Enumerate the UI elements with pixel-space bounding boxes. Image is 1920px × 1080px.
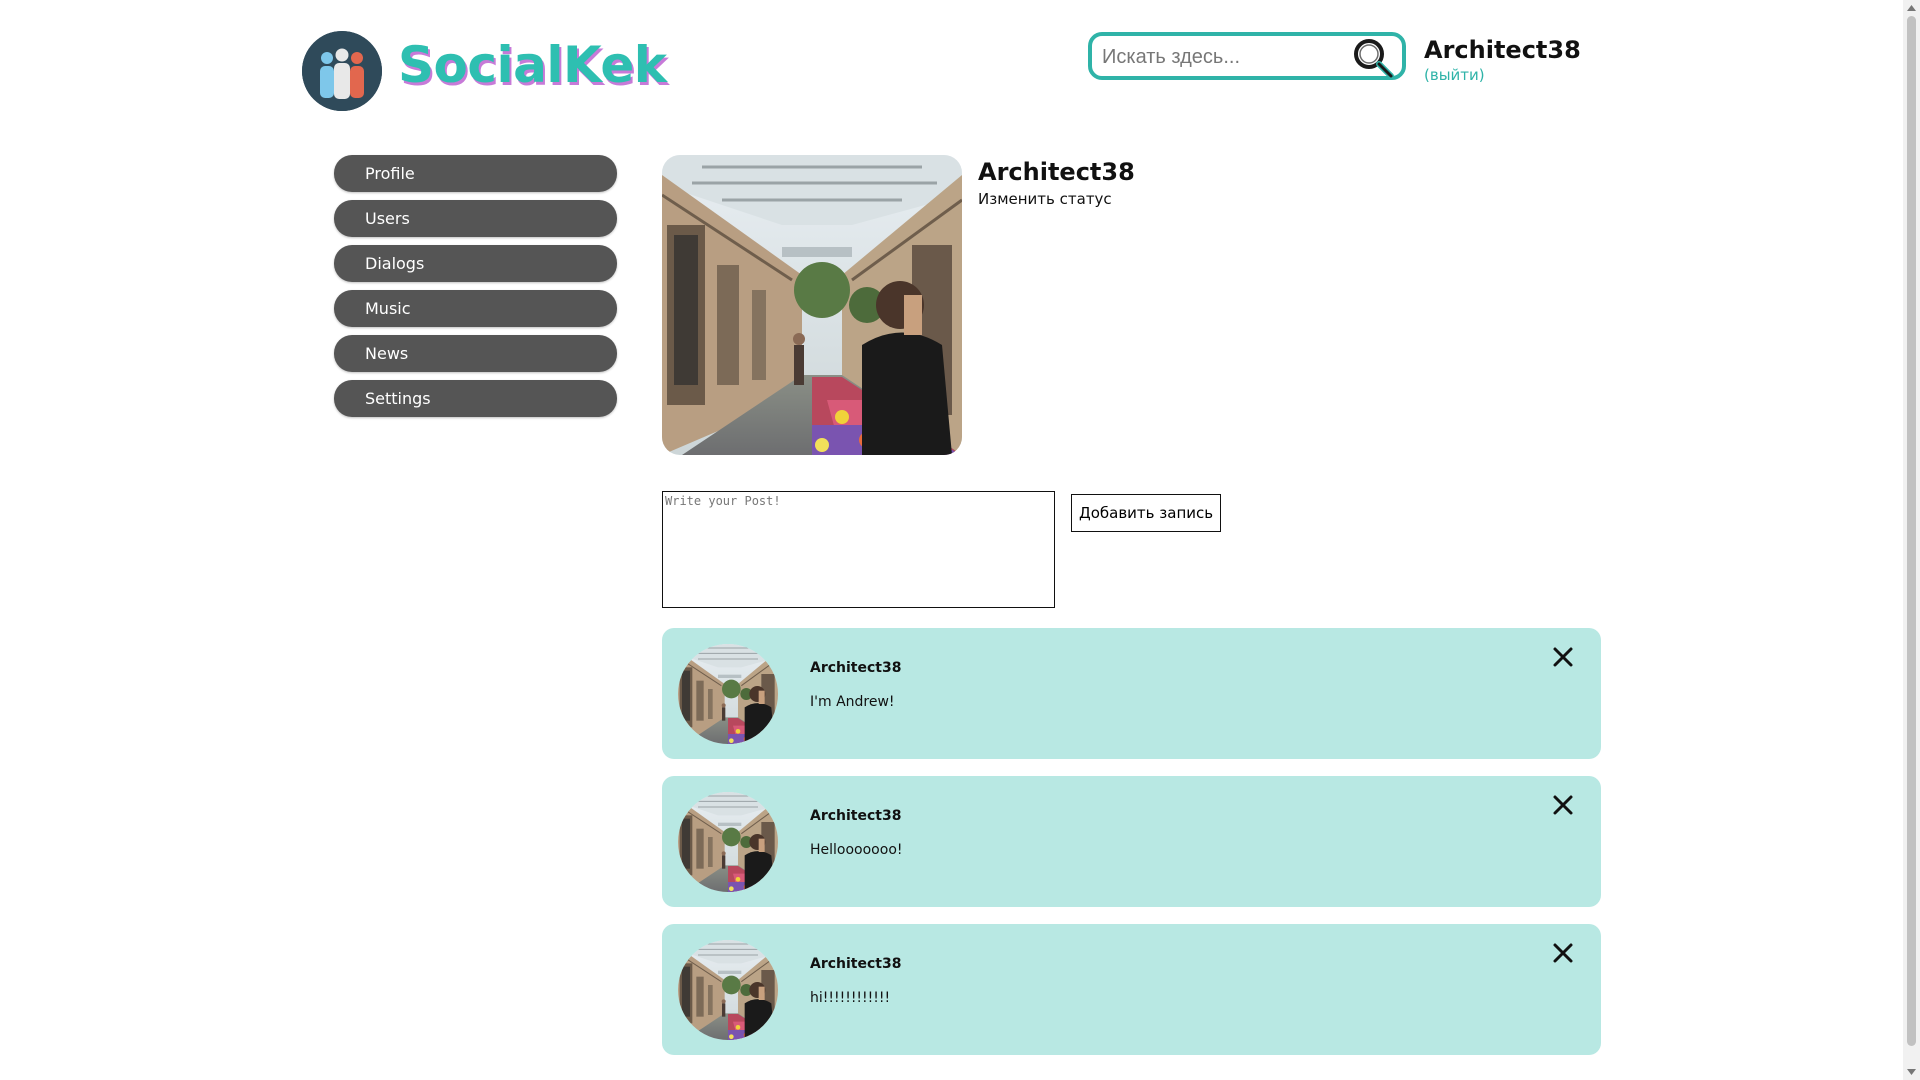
post-avatar xyxy=(678,940,778,1040)
sidebar-item-profile[interactable]: Profile xyxy=(334,155,617,192)
profile-photo xyxy=(662,155,962,455)
current-user-name[interactable]: Architect38 xyxy=(1424,36,1581,64)
sidebar-item-music[interactable]: Music xyxy=(334,290,617,327)
post-author: Architect38 xyxy=(810,956,902,972)
scrollbar-thumb[interactable] xyxy=(1907,16,1916,1046)
logo-icon[interactable] xyxy=(302,31,382,111)
sidebar-item-dialogs[interactable]: Dialogs xyxy=(334,245,617,282)
post-avatar xyxy=(678,644,778,744)
search-box xyxy=(1088,32,1406,80)
add-post-button[interactable]: Добавить запись xyxy=(1071,494,1222,532)
profile-name: Architect38 xyxy=(978,158,1135,186)
sidebar-item-news[interactable]: News xyxy=(334,335,617,372)
change-status-link[interactable]: Изменить статус xyxy=(978,190,1112,208)
post-card: Architect38 I'm Andrew! xyxy=(662,628,1601,759)
post-author: Architect38 xyxy=(810,660,902,676)
search-icon[interactable] xyxy=(1352,37,1394,79)
close-icon[interactable] xyxy=(1552,942,1574,964)
post-card: Architect38 hi!!!!!!!!!!!! xyxy=(662,924,1601,1055)
post-card: Architect38 Hellooooooo! xyxy=(662,776,1601,907)
post-text: I'm Andrew! xyxy=(810,694,895,710)
scroll-down-arrow-icon[interactable] xyxy=(1907,1067,1916,1077)
post-text: hi!!!!!!!!!!!! xyxy=(810,990,891,1006)
post-author: Architect38 xyxy=(810,808,902,824)
post-textarea[interactable] xyxy=(662,491,1055,608)
brand-name[interactable]: SocialKek xyxy=(398,36,667,94)
page-scrollbar[interactable] xyxy=(1903,0,1920,1080)
search-input[interactable] xyxy=(1102,44,1342,70)
logout-link[interactable]: (выйти) xyxy=(1424,66,1485,84)
post-avatar xyxy=(678,792,778,892)
sidebar-item-settings[interactable]: Settings xyxy=(334,380,617,417)
post-text: Hellooooooo! xyxy=(810,842,903,858)
close-icon[interactable] xyxy=(1552,794,1574,816)
sidebar-item-users[interactable]: Users xyxy=(334,200,617,237)
scroll-up-arrow-icon[interactable] xyxy=(1907,3,1916,13)
close-icon[interactable] xyxy=(1552,646,1574,668)
